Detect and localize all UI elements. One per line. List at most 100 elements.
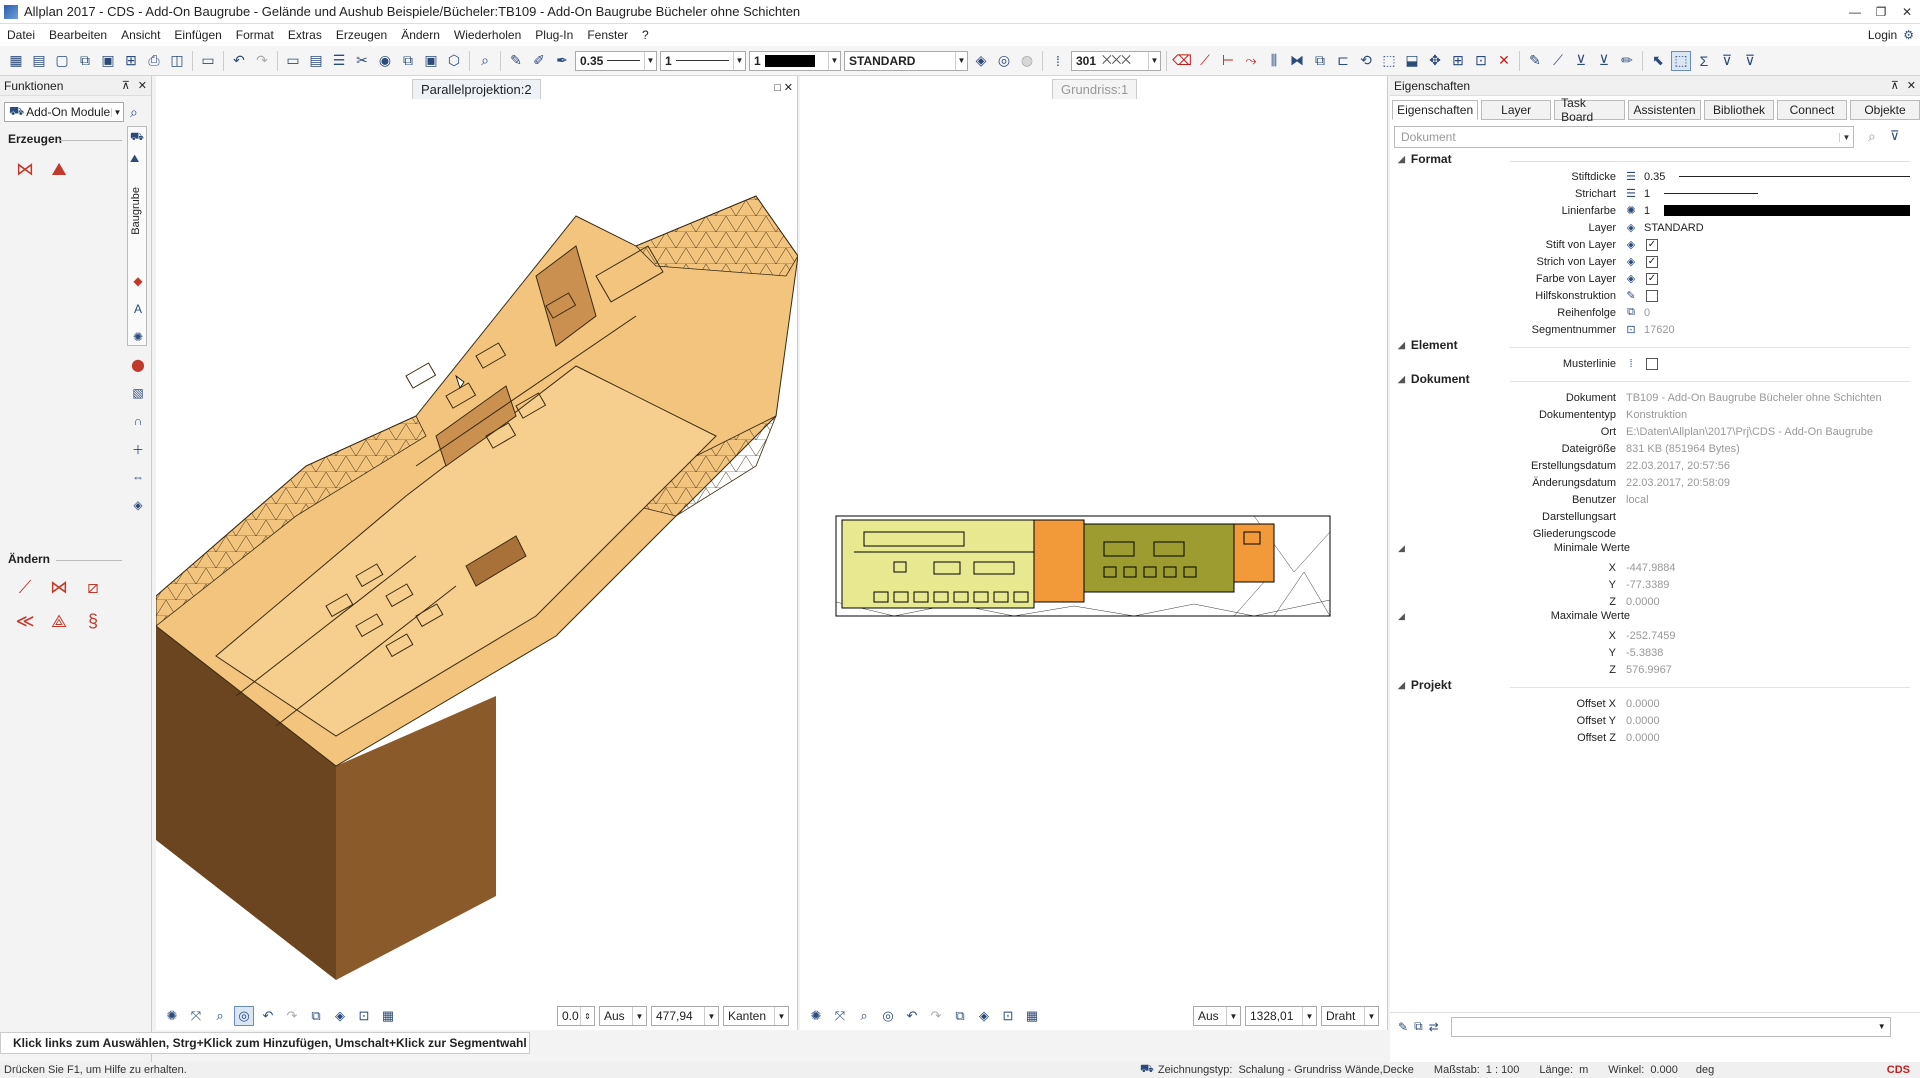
new-icon[interactable]: ▢ <box>52 51 72 71</box>
regen-icon[interactable]: ✺ <box>162 1006 182 1026</box>
fit-icon[interactable]: ⊡ <box>998 1006 1018 1026</box>
select-icon[interactable]: ⬉ <box>1648 51 1668 71</box>
delete-icon[interactable]: ✕ <box>1494 51 1514 71</box>
transform-icon[interactable]: ⟋ <box>1548 51 1568 71</box>
view-redo-icon[interactable]: ↷ <box>282 1006 302 1026</box>
tab-assistenten[interactable]: Assistenten <box>1628 100 1701 120</box>
project-icon[interactable]: ▦ <box>6 51 26 71</box>
print-icon[interactable]: ⎙ <box>144 51 164 71</box>
prop-min-z[interactable]: Z 0.0000 <box>1390 593 1920 610</box>
redo-icon[interactable]: ↷ <box>252 51 272 71</box>
open-icon[interactable]: ⧉ <box>75 51 95 71</box>
prop-hilfskonstruktion[interactable]: Hilfskonstruktion ✎ <box>1390 287 1920 304</box>
checkbox-hilfskonstruktion[interactable] <box>1646 289 1658 302</box>
pin-icon[interactable]: ⊼ <box>122 79 130 92</box>
drawing-file-icon[interactable]: ▤ <box>29 51 49 71</box>
image-icon[interactable]: ▧ <box>129 384 147 402</box>
checkbox-musterlinie[interactable] <box>1646 357 1658 370</box>
prop-offset-z[interactable]: Offset Z 0.0000 <box>1390 729 1920 746</box>
edge-modify-icon[interactable]: ⟋ <box>12 574 38 600</box>
filter-icon[interactable]: ⊽ <box>1717 51 1737 71</box>
group-projekt[interactable]: ◢ Projekt <box>1398 678 1452 692</box>
section-modify-icon[interactable]: § <box>80 608 106 634</box>
viewport-tab-grundriss[interactable]: Grundriss:1 <box>1052 79 1138 99</box>
pattern-select[interactable]: 301 ⨉⨉⨉ ▼ <box>1071 50 1161 71</box>
zoom-icon[interactable]: ⌕ <box>854 1006 874 1026</box>
brush-icon[interactable]: ✐ <box>529 51 549 71</box>
render-select-2[interactable]: Draht ▼ <box>1321 1006 1379 1026</box>
model-3d-view[interactable] <box>156 136 798 1016</box>
group-maximale-werte[interactable]: ◢ Maximale Werte <box>1398 610 1630 622</box>
prop-strich-von-layer[interactable]: Strich von Layer ◈ ✓ <box>1390 253 1920 270</box>
view-redo-icon[interactable]: ↷ <box>926 1006 946 1026</box>
layer-visibility-icon[interactable]: ◎ <box>994 51 1014 71</box>
filter-selection-icon[interactable]: ⊽ <box>1740 51 1760 71</box>
zoom-extents-icon[interactable]: ⤧ <box>830 1006 850 1026</box>
stack-icon[interactable]: ☰ <box>329 51 349 71</box>
prop-offset-y[interactable]: Offset Y 0.0000 <box>1390 712 1920 729</box>
edit-icon[interactable]: ✎ <box>1398 1020 1408 1034</box>
eraser-icon[interactable]: ⌫ <box>1172 51 1192 71</box>
copy-icon[interactable]: ⧉ <box>398 51 418 71</box>
menu-ansicht[interactable]: Ansicht <box>114 28 167 42</box>
prop-stift-von-layer[interactable]: Stift von Layer ◈ ✓ <box>1390 236 1920 253</box>
transfer-icon[interactable]: ⇄ <box>1429 1020 1439 1034</box>
prop-benutzer[interactable]: Benutzer local <box>1390 491 1920 508</box>
menu-wiederholen[interactable]: Wiederholen <box>447 28 528 42</box>
view-icon[interactable]: ◎ <box>878 1006 898 1026</box>
group-format[interactable]: ◢ Format <box>1398 152 1452 166</box>
filter-b-icon[interactable]: ⊻ <box>1594 51 1614 71</box>
zoom-extents-icon[interactable]: ⤧ <box>186 1006 206 1026</box>
layer-select[interactable]: STANDARD ▼ <box>844 50 968 71</box>
status-drawing-type[interactable]: Zeichnungstyp: Schalung - Grundriss Wände… <box>1158 1064 1414 1076</box>
menu-format[interactable]: Format <box>229 28 281 42</box>
tab-task-board[interactable]: Task Board <box>1554 96 1626 124</box>
cube-icon[interactable]: ⬡ <box>444 51 464 71</box>
close-button[interactable]: ✕ <box>1894 5 1920 19</box>
stop-icon[interactable]: ⬤ <box>129 356 147 374</box>
prop-max-z[interactable]: Z 576.9967 <box>1390 661 1920 678</box>
pencil-icon[interactable]: ✏ <box>1617 51 1637 71</box>
menu-bearbeiten[interactable]: Bearbeiten <box>42 28 114 42</box>
menu-fenster[interactable]: Fenster <box>580 28 635 42</box>
mirror-icon[interactable]: ⧓ <box>1287 51 1307 71</box>
line-type-select[interactable]: 1 ▼ <box>660 50 746 71</box>
prop-aenderungsdatum[interactable]: Änderungsdatum 22.03.2017, 20:58:09 <box>1390 474 1920 491</box>
prop-layer[interactable]: Layer ◈ STANDARD <box>1390 219 1920 236</box>
tab-connect[interactable]: Connect <box>1777 100 1847 120</box>
regen-icon[interactable]: ✺ <box>806 1006 826 1026</box>
pipette-icon[interactable]: ✒ <box>552 51 572 71</box>
scale-icon[interactable]: ⬚ <box>1379 51 1399 71</box>
object-type-select[interactable]: Dokument ▼ <box>1394 126 1854 148</box>
viewport-tab-parallel[interactable]: Parallelprojektion:2 <box>412 79 541 99</box>
prop-dokumententyp[interactable]: Dokumententyp Konstruktion <box>1390 406 1920 423</box>
distance-select-1[interactable]: 477,94 ▼ <box>651 1006 719 1026</box>
tab-bibliothek[interactable]: Bibliothek <box>1704 100 1774 120</box>
checkbox-farbe-von-layer[interactable]: ✓ <box>1646 272 1658 285</box>
viewport-parallel-projection[interactable]: Parallelprojektion:2 □ ✕ ✺ ⤧ ⌕ ◎ ↶ ↷ ⧉ ◈… <box>156 76 798 1030</box>
rotate-icon[interactable]: ⟲ <box>1356 51 1376 71</box>
login-link[interactable]: Login <box>1868 28 1897 42</box>
group-element[interactable]: ◢ Element <box>1398 338 1458 352</box>
pattern-line-icon[interactable]: ⁞ <box>1048 51 1068 71</box>
distance-select-2[interactable]: 1328,01 ▼ <box>1245 1006 1317 1026</box>
view-icon[interactable]: ◎ <box>234 1006 254 1026</box>
paste-icon[interactable]: ▣ <box>421 51 441 71</box>
copy-object-icon[interactable]: ⧉ <box>1310 51 1330 71</box>
table-icon[interactable]: ▤ <box>306 51 326 71</box>
array-icon[interactable]: ⊞ <box>1448 51 1468 71</box>
zoom-icon[interactable]: ⌕ <box>210 1006 230 1026</box>
status-scale[interactable]: Maßstab: 1 : 100 <box>1434 1064 1520 1076</box>
stretch-icon[interactable]: ⬓ <box>1402 51 1422 71</box>
grid-icon[interactable]: ▦ <box>378 1006 398 1026</box>
menu-datei[interactable]: Datei <box>0 28 42 42</box>
move-icon[interactable]: ✥ <box>1425 51 1445 71</box>
render-select-1[interactable]: Kanten ▼ <box>723 1006 789 1026</box>
plus-icon[interactable]: ＋ <box>129 440 147 458</box>
navigate-icon[interactable]: ◈ <box>974 1006 994 1026</box>
group-icon[interactable]: ⊡ <box>1471 51 1491 71</box>
menu-einfuegen[interactable]: Einfügen <box>167 28 228 42</box>
measure-icon[interactable]: ▭ <box>283 51 303 71</box>
window-icon[interactable]: ⧉ <box>306 1006 326 1026</box>
modify-icon[interactable]: ⤳ <box>1241 51 1261 71</box>
